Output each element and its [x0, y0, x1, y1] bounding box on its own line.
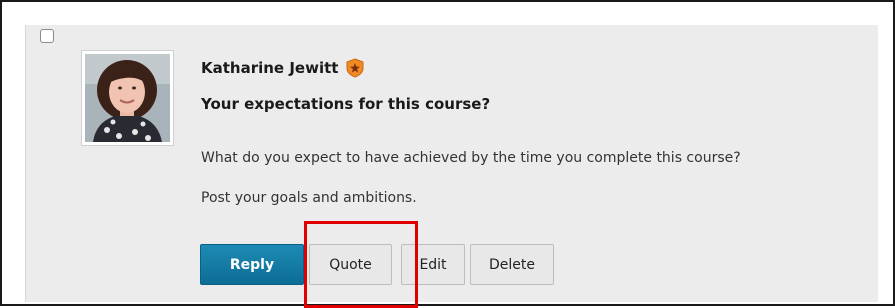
select-post-checkbox[interactable]: [40, 29, 54, 43]
star-shield-icon: [346, 58, 364, 78]
avatar-photo: [85, 54, 170, 142]
post-title: Your expectations for this course?: [201, 95, 491, 113]
post-body-paragraph: What do you expect to have achieved by t…: [201, 150, 741, 166]
author-line: Katharine Jewitt: [201, 58, 365, 78]
delete-button[interactable]: Delete: [470, 244, 554, 285]
post-actions: Reply Quote Edit Delete: [200, 244, 559, 285]
avatar: [81, 50, 174, 146]
quote-button[interactable]: Quote: [309, 244, 392, 285]
edit-button[interactable]: Edit: [401, 244, 465, 285]
screenshot-frame: Katharine Jewitt Your expectations for t…: [0, 0, 895, 308]
post-body-paragraph: Post your goals and ambitions.: [201, 190, 417, 206]
author-name[interactable]: Katharine Jewitt: [201, 59, 338, 77]
reply-button[interactable]: Reply: [200, 244, 304, 285]
